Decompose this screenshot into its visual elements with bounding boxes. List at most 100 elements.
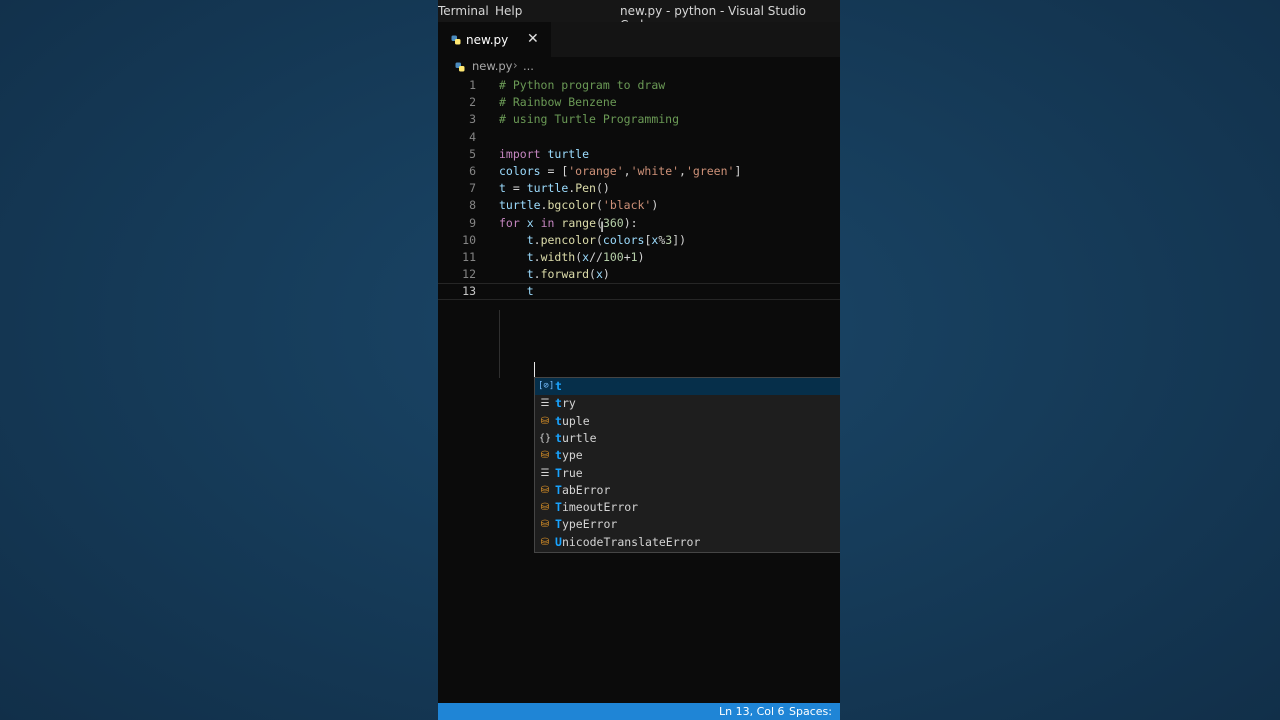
code-token: = [: [540, 164, 569, 178]
module-icon: {}: [538, 432, 552, 444]
code-line[interactable]: 2 # Rainbow Benzene: [438, 94, 840, 111]
code-line[interactable]: 5 import turtle: [438, 146, 840, 163]
code-token: 'orange': [568, 164, 624, 178]
code-line[interactable]: 8 turtle.bgcolor('black'): [438, 197, 840, 214]
class-icon: ⛁: [540, 536, 550, 548]
line-number: 1: [469, 78, 476, 92]
suggestion-item[interactable]: ⛁ tuple: [535, 413, 840, 430]
breadcrumb-symbols[interactable]: ...: [523, 59, 534, 73]
code-text: t.width(x//100+1): [499, 249, 645, 266]
menu-help[interactable]: Help: [495, 4, 522, 18]
ibeam-cursor-icon: I: [600, 220, 605, 236]
code-line[interactable]: 12 t.forward(x): [438, 266, 840, 283]
code-token: turtle: [499, 198, 541, 213]
code-token: t: [526, 232, 534, 247]
code-line[interactable]: 4: [438, 129, 840, 146]
line-number: 11: [462, 250, 476, 264]
close-icon[interactable]: ✕: [527, 31, 539, 47]
text-cursor: [534, 362, 535, 377]
code-line[interactable]: 7 t = turtle.Pen(): [438, 180, 840, 197]
suggestion-widget[interactable]: [⊘] t ☰ try ⛁ tuple{} turtle ⛁ type ☰ True ⛁ TabErro…: [534, 377, 840, 553]
suggestion-item[interactable]: ⛁ UnicodeTranslateError: [535, 534, 840, 551]
match-highlight: t: [555, 448, 562, 463]
code-token: ,: [679, 164, 686, 178]
suggestion-label: type: [555, 448, 583, 463]
suggestion-item[interactable]: {} turtle: [535, 430, 840, 447]
code-editor[interactable]: 13 t 12 t.forward(x) 11 t.width(x//100+1) 1…: [438, 77, 840, 703]
code-token: t: [526, 284, 534, 299]
code-token: ): [602, 267, 610, 282]
menu-terminal[interactable]: Terminal: [438, 4, 489, 18]
breadcrumb: new.py › ...: [438, 57, 840, 77]
code-token: t: [499, 181, 506, 196]
code-token: # Rainbow Benzene: [499, 95, 617, 110]
code-token: .: [533, 232, 541, 247]
class-icon: ⛁: [540, 450, 550, 462]
suggestion-item[interactable]: ⛁ TimeoutError: [535, 499, 840, 516]
line-number: 4: [469, 129, 476, 144]
code-token: (: [589, 267, 596, 282]
tab-label: new.py: [466, 33, 509, 47]
cursor-position[interactable]: Ln 13, Col 6: [719, 705, 785, 718]
suggestion-item[interactable]: ⛁ TabError: [535, 482, 840, 499]
code-line[interactable]: 6 colors = ['orange','white','green']: [438, 163, 840, 180]
code-text: for x in range(360):: [499, 215, 638, 232]
breadcrumb-file[interactable]: new.py: [472, 59, 512, 73]
code-token: ]): [672, 232, 687, 247]
keyword-icon: ☰: [540, 398, 550, 410]
code-token: turtle: [526, 181, 569, 196]
match-highlight: T: [555, 500, 562, 515]
code-token: bgcolor: [547, 198, 596, 213]
suggestion-item[interactable]: ⛁ TypeError: [535, 516, 840, 533]
status-bar: Ln 13, Col 6 Spaces: 4: [438, 703, 840, 720]
code-token: ):: [623, 215, 638, 230]
code-token: ,: [623, 164, 631, 178]
suggestion-item[interactable]: ☰ True: [535, 465, 840, 482]
suggestion-item[interactable]: ☰ try: [535, 395, 840, 412]
code-line[interactable]: 3 # using Turtle Programming: [438, 111, 840, 128]
line-number: 6: [469, 164, 476, 178]
class-icon: ⛁: [540, 415, 550, 427]
match-highlight: T: [555, 517, 562, 532]
title-bar: Terminal Help new.py - python - Visual S…: [438, 0, 840, 32]
code-line[interactable]: 1 # Python program to draw: [438, 77, 840, 94]
suggestion-item[interactable]: [⊘] t: [535, 378, 840, 395]
python-file-icon: [451, 34, 461, 48]
code-text: import turtle: [499, 146, 589, 163]
suggestion-label: tuple: [555, 413, 590, 428]
code-text: t.forward(x): [499, 266, 610, 283]
line-number: 8: [469, 198, 476, 213]
code-token: =: [505, 181, 527, 196]
code-line[interactable]: 10 t.pencolor(colors[x%3]): [438, 232, 840, 249]
match-highlight: U: [555, 534, 562, 549]
code-token: (): [595, 181, 610, 196]
line-number: 10: [462, 232, 476, 247]
chevron-right-icon: ›: [513, 58, 518, 72]
line-number: 5: [469, 146, 476, 161]
code-text: t = turtle.Pen(): [499, 180, 610, 197]
tab-new-py[interactable]: new.py ✕: [438, 22, 551, 57]
code-token: in: [540, 215, 555, 230]
line-number: 13: [462, 284, 476, 299]
line-number: 7: [469, 181, 476, 196]
code-line[interactable]: 13 t: [438, 283, 840, 301]
code-line[interactable]: 9 for x in range(360):: [438, 215, 840, 232]
code-text: # using Turtle Programming: [499, 111, 679, 128]
suggestion-item[interactable]: ⛁ type: [535, 447, 840, 464]
suggestion-label: True: [555, 465, 583, 480]
code-text: colors = ['orange','white','green']: [499, 163, 741, 180]
keyword-icon: ☰: [540, 467, 550, 479]
code-token: for: [499, 215, 520, 230]
vscode-window: Terminal Help new.py - python - Visual S…: [438, 0, 840, 720]
python-file-icon: [455, 61, 465, 75]
class-icon: ⛁: [540, 502, 550, 514]
code-token: .: [533, 267, 541, 282]
indentation-setting[interactable]: Spaces: 4: [789, 705, 840, 720]
suggestion-label: turtle: [555, 430, 597, 445]
code-text: turtle.bgcolor('black'): [499, 197, 658, 214]
code-line[interactable]: 11 t.width(x//100+1): [438, 249, 840, 266]
code-token: pencolor: [540, 232, 596, 247]
